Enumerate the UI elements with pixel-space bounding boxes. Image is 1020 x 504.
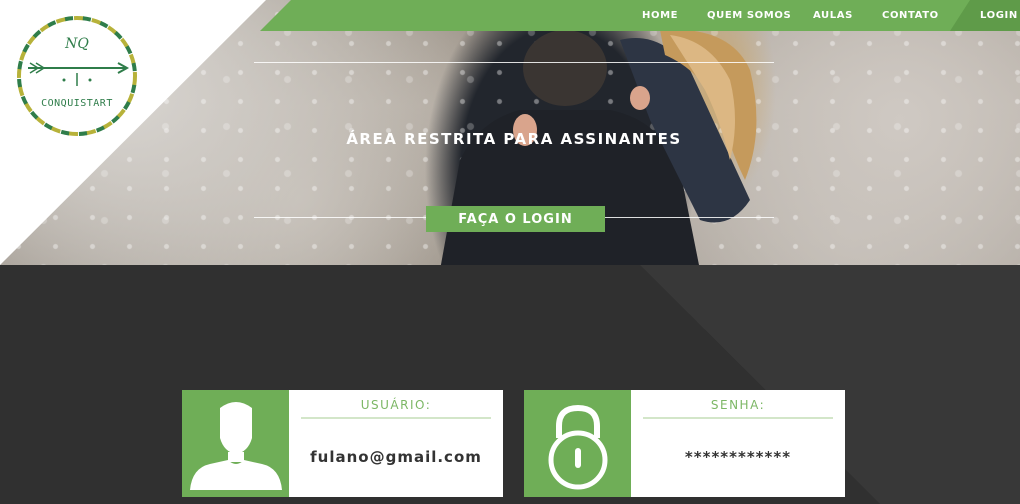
logo-text: CONQUISTART	[41, 98, 113, 109]
password-field[interactable]: SENHA: ************	[631, 390, 845, 497]
password-card: SENHA: ************	[524, 390, 845, 497]
hero-divider-top	[254, 62, 774, 63]
nav-item-home[interactable]: HOME	[642, 10, 678, 21]
lock-icon-box	[524, 390, 631, 497]
logo-monogram: NQ	[65, 36, 89, 52]
nav-item-aulas[interactable]: AULAS	[813, 10, 853, 21]
hero-title: ÁREA RESTRITA PARA ASSINANTES	[346, 130, 682, 148]
username-label: USUÁRIO:	[360, 398, 432, 412]
login-section	[0, 265, 1020, 504]
user-silhouette-icon	[189, 401, 282, 490]
logo-corner	[0, 0, 266, 265]
username-field[interactable]: USUÁRIO: fulano@gmail.com	[289, 390, 503, 497]
username-value[interactable]: fulano@gmail.com	[289, 448, 503, 466]
nav-item-quem-somos[interactable]: QUEM SOMOS	[707, 10, 791, 21]
user-icon-box	[182, 390, 289, 497]
diagonal-shade	[0, 265, 1020, 504]
login-cta-button[interactable]: FAÇA O LOGIN	[426, 206, 605, 232]
password-label: SENHA:	[710, 398, 766, 412]
nav-item-contato[interactable]: CONTATO	[882, 10, 939, 21]
nav-item-login[interactable]: LOGIN	[980, 10, 1018, 21]
username-card: USUÁRIO: fulano@gmail.com	[182, 390, 503, 497]
password-value[interactable]: ************	[631, 448, 845, 466]
padlock-icon	[548, 404, 607, 489]
password-label-underline	[643, 417, 833, 419]
username-label-underline	[301, 417, 491, 419]
